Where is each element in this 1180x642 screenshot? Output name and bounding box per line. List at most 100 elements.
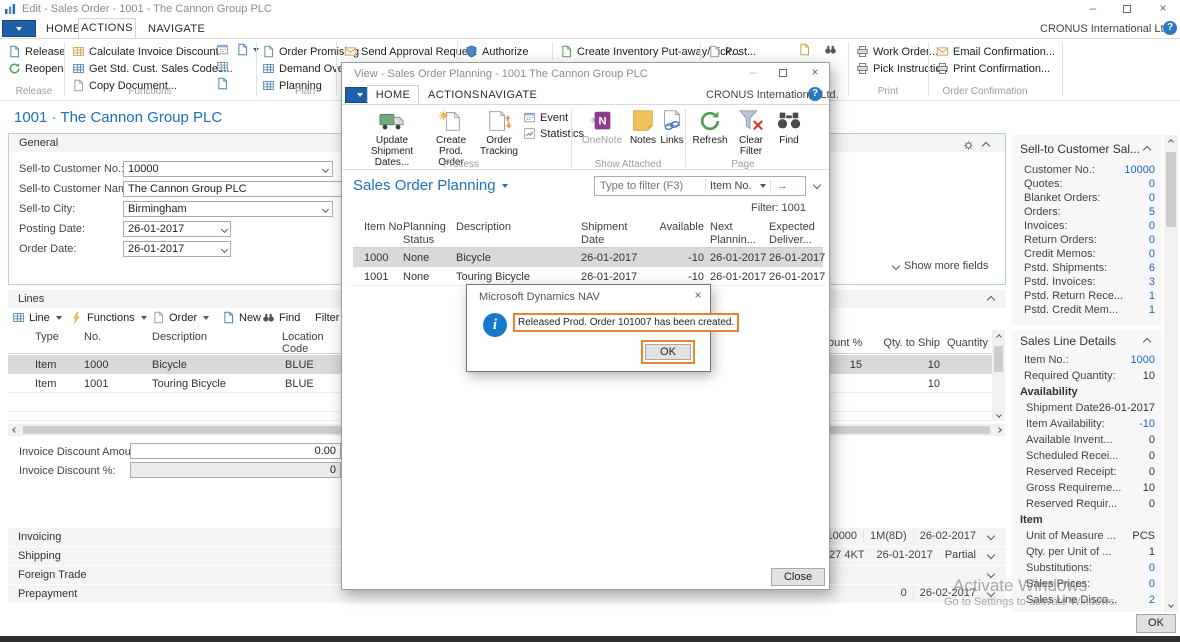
scroll-up-icon[interactable] bbox=[1164, 135, 1178, 149]
filter-pane-chevron[interactable] bbox=[813, 181, 821, 189]
fb-value[interactable]: 10000 bbox=[1012, 164, 1155, 176]
factbox-title[interactable]: Sell-to Customer Sal... bbox=[1020, 142, 1140, 156]
col-quantity-shipped[interactable]: Quantity Sh bbox=[947, 337, 991, 349]
statistics-button[interactable]: Statistics bbox=[523, 126, 584, 141]
dlg-col[interactable]: Next Plannin... bbox=[710, 221, 762, 247]
order-tracking-button[interactable]: Order Tracking bbox=[476, 109, 522, 157]
fb-value[interactable]: 0 bbox=[1012, 178, 1155, 190]
lines-toolbar-order[interactable]: Order bbox=[152, 310, 209, 325]
ribbon-item-get-std-cust-sales-codes[interactable]: Get Std. Cust. Sales Codes... bbox=[72, 61, 233, 76]
scroll-left-icon[interactable] bbox=[8, 424, 21, 436]
filter-field-selector[interactable]: Item No. bbox=[706, 180, 756, 192]
app-menu-button[interactable] bbox=[2, 20, 36, 37]
find-button[interactable]: Find bbox=[771, 109, 807, 146]
ribbon-item-release[interactable]: Release bbox=[8, 44, 65, 59]
ribbon-item-print-confirmation[interactable]: Print Confirmation... bbox=[936, 61, 1050, 76]
ok-button[interactable]: OK bbox=[1136, 614, 1176, 633]
ribbon-item-pick-instruction[interactable]: Pick Instruction bbox=[856, 61, 948, 76]
lines-toolbar-new[interactable]: New bbox=[222, 310, 261, 325]
ribbon-item-email-confirmation[interactable]: Email Confirmation... bbox=[936, 44, 1055, 59]
lines-toolbar-filter[interactable]: Filter bbox=[315, 310, 339, 325]
dlg-col[interactable]: Shipment Date bbox=[581, 221, 641, 247]
sell-to-customer-name-field[interactable] bbox=[123, 181, 345, 197]
dlg-col[interactable]: Planning Status bbox=[403, 221, 451, 247]
help-icon[interactable]: ? bbox=[808, 87, 822, 101]
col-line-discount[interactable]: ount % bbox=[828, 337, 862, 349]
dialog-maximize-button[interactable] bbox=[772, 67, 794, 81]
dropdown-icon[interactable] bbox=[320, 202, 332, 216]
scroll-right-icon[interactable] bbox=[992, 424, 1005, 436]
scroll-up-icon[interactable] bbox=[992, 330, 1005, 343]
dropdown-icon[interactable] bbox=[320, 162, 332, 176]
fb-value[interactable]: 5 bbox=[1012, 206, 1155, 218]
fb-value[interactable]: 6 bbox=[1012, 262, 1155, 274]
sales-codes-extra-icon[interactable] bbox=[216, 59, 229, 74]
fb-value[interactable]: 3 bbox=[1012, 276, 1155, 288]
dialog-tab-actions[interactable]: ACTIONS bbox=[428, 89, 480, 101]
lines-toolbar-functions[interactable]: Functions bbox=[70, 310, 147, 325]
sell-to-city-field[interactable] bbox=[123, 201, 333, 217]
ribbon-item-work-order[interactable]: Work Order... bbox=[856, 44, 938, 59]
ribbon-item-authorize[interactable]: Authorize bbox=[465, 44, 528, 59]
ribbon-item-reopen[interactable]: Reopen bbox=[8, 61, 64, 76]
minimize-button[interactable]: – bbox=[1082, 2, 1104, 16]
clear-filter-button[interactable]: Clear Filter bbox=[731, 109, 771, 157]
preview-posting-icon-button[interactable] bbox=[824, 42, 837, 57]
tab-actions[interactable]: ACTIONS bbox=[78, 18, 136, 38]
fb-value[interactable]: 0 bbox=[1012, 192, 1155, 204]
scroll-thumb[interactable] bbox=[994, 346, 1003, 372]
fb-value[interactable]: 0 bbox=[1012, 234, 1155, 246]
lines-toolbar-find[interactable]: Find bbox=[262, 310, 300, 325]
dlg-col[interactable]: Description bbox=[456, 221, 576, 233]
event-button[interactable]: Event bbox=[523, 110, 568, 125]
fb-value[interactable]: -10 bbox=[1012, 418, 1155, 430]
gear-icon[interactable] bbox=[962, 139, 975, 152]
collapse-general-icon[interactable] bbox=[982, 141, 990, 149]
scroll-down-icon[interactable] bbox=[1164, 598, 1178, 612]
order-date-field[interactable] bbox=[123, 241, 231, 257]
col-location-code[interactable]: Location Code bbox=[282, 331, 322, 355]
scroll-thumb[interactable] bbox=[1166, 152, 1176, 227]
fb-value[interactable]: 1 bbox=[1012, 304, 1155, 316]
fb-value[interactable]: 0 bbox=[1012, 578, 1155, 590]
update-shipment-dates-button[interactable]: Update Shipment Dates... bbox=[358, 109, 426, 168]
filter-field-dropdown-icon[interactable] bbox=[760, 184, 766, 188]
sell-to-customer-no-field[interactable] bbox=[123, 161, 333, 177]
close-button[interactable]: × bbox=[1152, 2, 1174, 16]
post-batch-icon-button[interactable] bbox=[798, 42, 811, 57]
tab-home[interactable]: HOME bbox=[46, 23, 81, 35]
fb-value[interactable]: 0 bbox=[1012, 220, 1155, 232]
show-more-fields[interactable]: Show more fields bbox=[893, 260, 988, 272]
tab-navigate[interactable]: NAVIGATE bbox=[148, 23, 205, 35]
ribbon-item-calculate-invoice-discount[interactable]: Calculate Invoice Discount bbox=[72, 44, 219, 59]
dialog-tab-navigate[interactable]: NAVIGATE bbox=[480, 89, 537, 101]
col-description[interactable]: Description bbox=[152, 331, 207, 343]
fb-value[interactable]: 2 bbox=[1012, 594, 1155, 606]
msgbox-close-button[interactable]: × bbox=[687, 289, 709, 303]
col-no[interactable]: No. bbox=[84, 331, 101, 343]
dialog-minimize-button[interactable]: – bbox=[742, 66, 764, 80]
maximize-button[interactable] bbox=[1116, 3, 1138, 17]
invoice-discount-pct-field[interactable] bbox=[130, 462, 341, 478]
refresh-button[interactable]: Refresh bbox=[689, 109, 731, 146]
dlg-col[interactable]: Expected Deliver... bbox=[769, 221, 825, 247]
lines-toolbar-line[interactable]: Line bbox=[12, 310, 62, 325]
fb-value[interactable]: 0 bbox=[1012, 248, 1155, 260]
col-qty-to-ship[interactable]: Qty. to Ship bbox=[878, 337, 940, 349]
invoice-discount-amount-field[interactable] bbox=[130, 443, 341, 459]
copy-extra-icon[interactable] bbox=[216, 76, 229, 91]
dialog-tab-home[interactable]: HOME bbox=[367, 85, 419, 104]
posting-date-field[interactable] bbox=[123, 221, 231, 237]
col-type[interactable]: Type bbox=[35, 331, 59, 343]
msgbox-ok-button[interactable]: OK bbox=[645, 344, 691, 360]
dialog-page-heading[interactable]: Sales Order Planning bbox=[353, 177, 508, 194]
fb-value[interactable]: 1000 bbox=[1012, 354, 1155, 366]
dialog-close-button[interactable]: × bbox=[804, 66, 826, 80]
collapse-factbox-icon[interactable] bbox=[1143, 338, 1151, 346]
close-button[interactable]: Close bbox=[771, 568, 825, 586]
factbox-title[interactable]: Sales Line Details bbox=[1020, 334, 1116, 348]
collapse-factbox-icon[interactable] bbox=[1143, 146, 1151, 154]
fb-value[interactable]: 1 bbox=[1012, 290, 1155, 302]
fb-value[interactable]: 0 bbox=[1012, 562, 1155, 574]
scroll-down-icon[interactable] bbox=[992, 408, 1005, 421]
